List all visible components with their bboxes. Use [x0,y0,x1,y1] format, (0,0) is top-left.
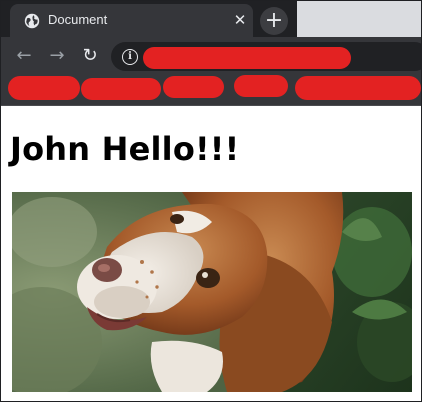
tab-document[interactable]: Document ✕ [10,4,253,37]
forward-button[interactable]: → [46,45,68,67]
tab-strip: Document ✕ + [1,1,421,37]
globe-icon [24,13,40,29]
bookmarks-bar [1,75,421,106]
dog-photo [12,192,412,392]
redacted-bookmark[interactable] [8,76,80,100]
tab-title: Document [48,12,108,27]
reload-button[interactable]: ↻ [79,45,101,67]
redacted-url [143,47,351,69]
redacted-bookmark[interactable] [234,75,288,97]
info-icon[interactable]: i [122,49,138,65]
page-content: John Hello!!! [1,106,421,401]
back-button[interactable]: ← [13,45,35,67]
redacted-bookmark[interactable] [81,78,161,100]
close-tab-icon[interactable]: ✕ [230,10,250,30]
new-tab-button[interactable]: + [260,7,288,35]
redacted-bookmark[interactable] [163,76,224,98]
address-bar[interactable]: i [111,42,421,71]
tab-strip-empty-area [297,1,421,37]
browser-toolbar: ← → ↻ i [1,37,421,75]
browser-window: Document ✕ + ← → ↻ i John Hello!!! [0,0,422,402]
redacted-bookmark[interactable] [295,76,421,100]
page-heading: John Hello!!! [10,130,240,168]
